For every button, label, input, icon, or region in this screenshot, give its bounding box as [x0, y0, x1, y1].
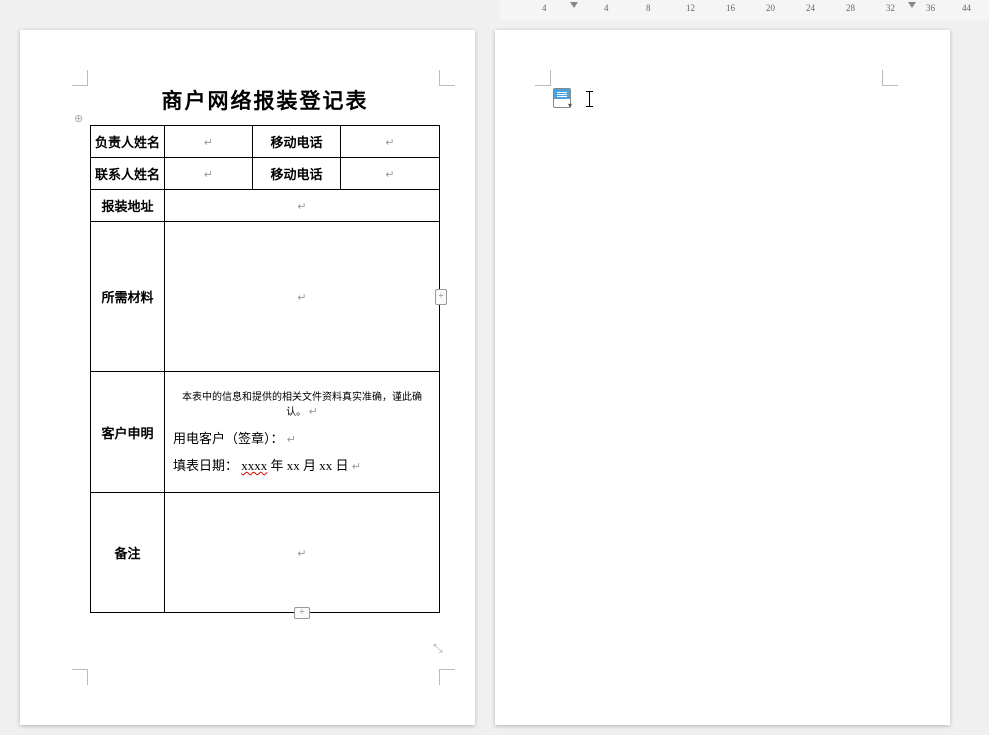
table-row: 所需材料 ↵ +	[91, 222, 440, 372]
document-title[interactable]: 商户网络报装登记表	[90, 85, 440, 115]
page-1[interactable]: ⊕ 商户网络报装登记表 负责人姓名 ↵ 移动电话 ↵ 联系人姓名 ↵ 移动电话 …	[20, 30, 475, 725]
paragraph-mark-icon: ↵	[287, 434, 296, 446]
label-address[interactable]: 报装地址	[91, 190, 165, 222]
value-mobile-1[interactable]: ↵	[341, 126, 440, 158]
value-contact-name[interactable]: ↵	[165, 158, 253, 190]
ruler-tick: 4	[604, 3, 609, 13]
paragraph-mark-icon: ↵	[204, 137, 213, 149]
table-anchor-icon[interactable]: ⊕	[74, 112, 86, 124]
paragraph-mark-icon: ↵	[204, 169, 213, 181]
label-remark[interactable]: 备注	[91, 493, 165, 613]
margin-corner-icon	[72, 669, 88, 685]
ruler-tick: 28	[846, 3, 855, 13]
value-materials[interactable]: ↵ +	[165, 222, 440, 372]
form-table[interactable]: 负责人姓名 ↵ 移动电话 ↵ 联系人姓名 ↵ 移动电话 ↵ 报装地址 ↵ 所需材…	[90, 125, 440, 613]
ruler-tick: 20	[766, 3, 775, 13]
value-remark[interactable]: ↵ +	[165, 493, 440, 613]
margin-corner-icon	[439, 70, 455, 86]
ruler-tick: 44	[962, 3, 971, 13]
table-resize-handle-icon[interactable]: ⤡	[433, 641, 443, 651]
declaration-date-line[interactable]: 填表日期： xxxx 年 xx 月 xx 日 ↵	[173, 455, 431, 474]
margin-corner-icon	[439, 669, 455, 685]
ruler-tick: 32	[886, 3, 895, 13]
table-row: 报装地址 ↵	[91, 190, 440, 222]
table-row: 负责人姓名 ↵ 移动电话 ↵	[91, 126, 440, 158]
ruler-tick: 4	[542, 3, 547, 13]
ruler-tick: 24	[806, 3, 815, 13]
page-2[interactable]	[495, 30, 950, 725]
table-row: 客户申明 本表中的信息和提供的相关文件资料真实准确，谨此确认。 ↵ 用电客户（签…	[91, 372, 440, 493]
paragraph-mark-icon: ↵	[297, 548, 306, 560]
value-mobile-2[interactable]: ↵	[341, 158, 440, 190]
value-address[interactable]: ↵	[165, 190, 440, 222]
paragraph-mark-icon: ↵	[352, 461, 361, 473]
paragraph-mark-icon: ↵	[385, 137, 394, 149]
declaration-signature-line: 用电客户（签章）： ↵	[173, 428, 431, 447]
paragraph-mark-icon: ↵	[297, 201, 306, 213]
margin-corner-icon	[72, 70, 88, 86]
label-mobile-2[interactable]: 移动电话	[253, 158, 341, 190]
ruler-tick: 12	[686, 3, 695, 13]
ruler-right-margin-marker-icon[interactable]	[908, 2, 916, 8]
label-mobile-1[interactable]: 移动电话	[253, 126, 341, 158]
ruler-indent-marker-icon[interactable]	[570, 2, 578, 8]
text-cursor	[589, 91, 590, 107]
margin-corner-icon	[535, 70, 551, 86]
label-responsible-name[interactable]: 负责人姓名	[91, 126, 165, 158]
add-column-button[interactable]: +	[435, 289, 447, 305]
margin-corner-icon	[882, 70, 898, 86]
value-responsible-name[interactable]: ↵	[165, 126, 253, 158]
paragraph-mark-icon: ↵	[385, 169, 394, 181]
horizontal-ruler: 4 4 8 12 16 20 24 28 32 36 44	[500, 0, 989, 20]
declaration-note: 本表中的信息和提供的相关文件资料真实准确，谨此确认。 ↵	[173, 388, 431, 418]
ruler-tick: 36	[926, 3, 935, 13]
label-declaration[interactable]: 客户申明	[91, 372, 165, 493]
section-break-icon[interactable]	[553, 88, 571, 108]
ruler-tick: 16	[726, 3, 735, 13]
add-row-button[interactable]: +	[294, 607, 310, 619]
value-declaration[interactable]: 本表中的信息和提供的相关文件资料真实准确，谨此确认。 ↵ 用电客户（签章）： ↵…	[165, 372, 440, 493]
spellcheck-underline: xxxx	[241, 458, 267, 473]
paragraph-mark-icon: ↵	[309, 406, 318, 418]
table-row: 联系人姓名 ↵ 移动电话 ↵	[91, 158, 440, 190]
label-materials[interactable]: 所需材料	[91, 222, 165, 372]
page-content[interactable]: 商户网络报装登记表 负责人姓名 ↵ 移动电话 ↵ 联系人姓名 ↵ 移动电话 ↵ …	[90, 85, 440, 613]
ruler-tick: 8	[646, 3, 651, 13]
table-row: 备注 ↵ +	[91, 493, 440, 613]
page-2-content[interactable]	[553, 88, 590, 108]
document-workspace: ⊕ 商户网络报装登记表 负责人姓名 ↵ 移动电话 ↵ 联系人姓名 ↵ 移动电话 …	[0, 20, 989, 735]
label-contact-name[interactable]: 联系人姓名	[91, 158, 165, 190]
paragraph-mark-icon: ↵	[297, 292, 306, 304]
